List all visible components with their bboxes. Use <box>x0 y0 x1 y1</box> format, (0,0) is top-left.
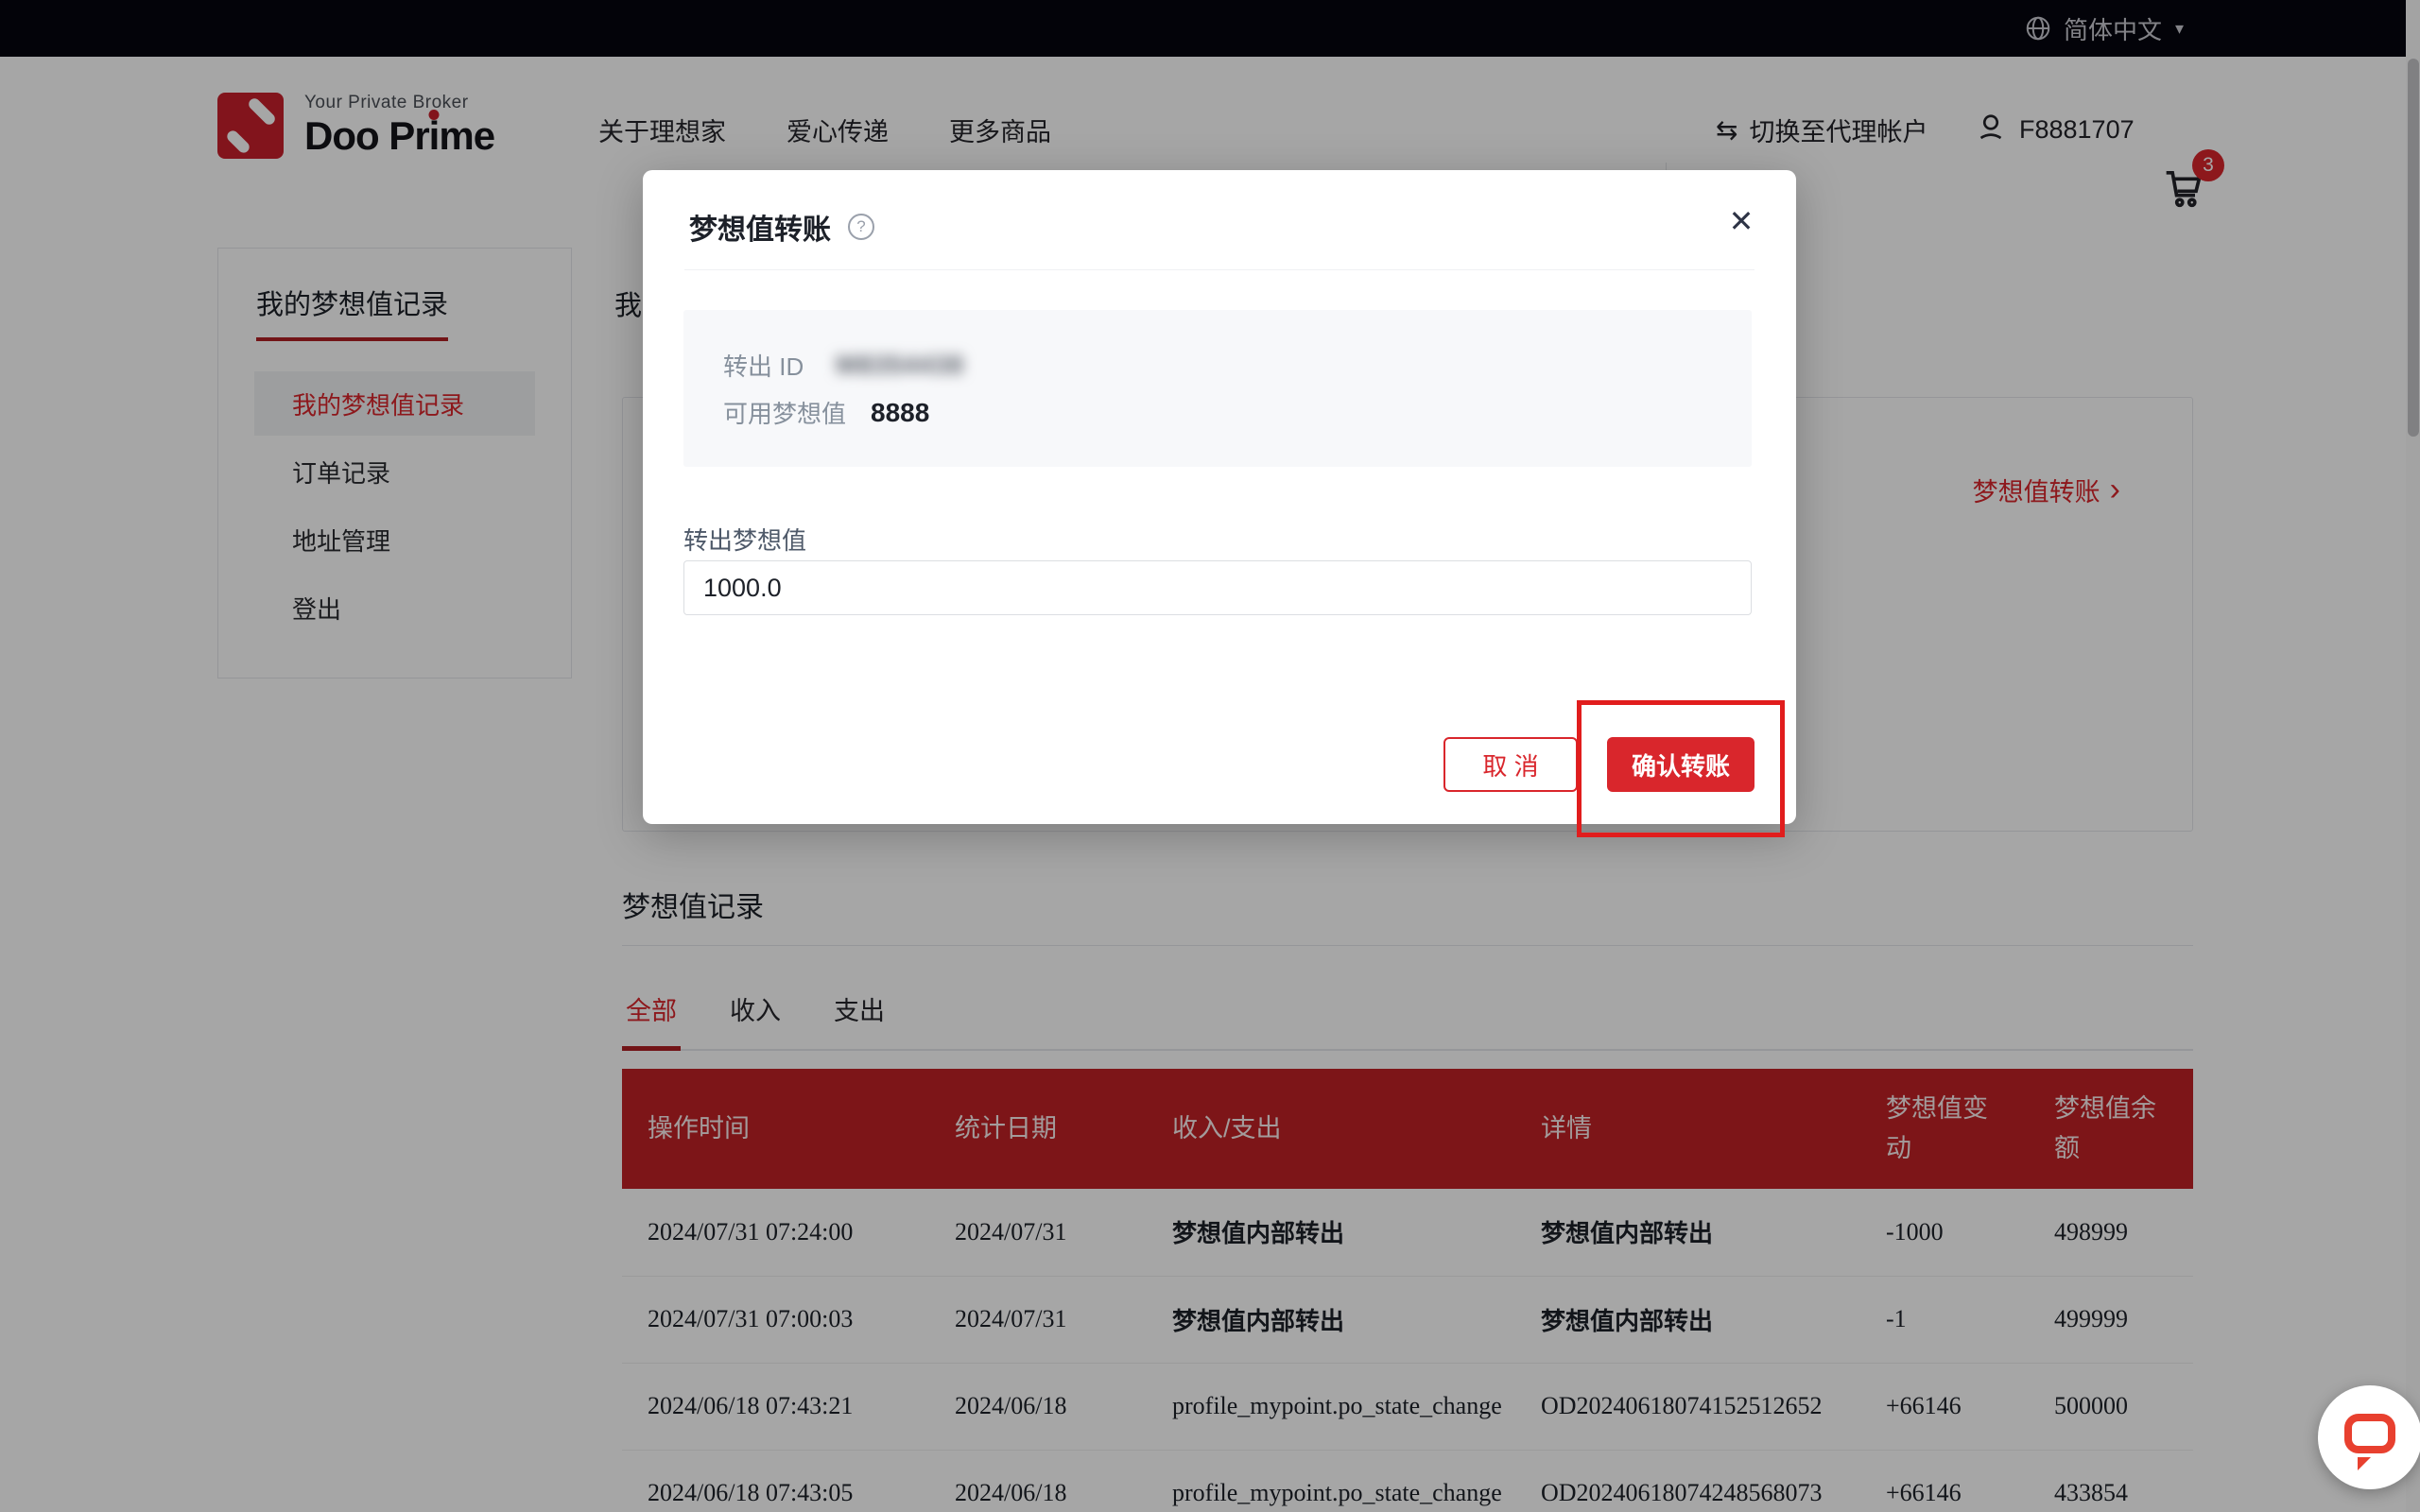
cancel-button[interactable]: 取 消 <box>1443 737 1578 792</box>
available-value-label: 可用梦想值 <box>723 395 846 430</box>
from-id-value-masked: M8354438 <box>836 351 964 380</box>
modal-divider <box>684 269 1754 270</box>
annotation-highlight-rect <box>1577 700 1785 837</box>
transfer-info-box: 转出 ID M8354438 可用梦想值 8888 <box>683 310 1752 467</box>
help-icon[interactable]: ? <box>848 214 874 240</box>
from-id-label: 转出 ID <box>723 348 804 383</box>
available-value: 8888 <box>871 398 929 428</box>
page: 简体中文 ▾ Your Private Broker Doo Prime 关于理… <box>0 0 2420 1512</box>
chat-bubble-icon <box>2344 1414 2395 1453</box>
chat-bubble-tail <box>2358 1457 2371 1470</box>
livechat-button[interactable] <box>2318 1385 2420 1489</box>
close-icon[interactable]: ✕ <box>1720 200 1762 242</box>
transfer-amount-label: 转出梦想值 <box>683 522 806 557</box>
modal-title: 梦想值转账 <box>689 206 831 248</box>
transfer-amount-input[interactable] <box>683 560 1752 615</box>
